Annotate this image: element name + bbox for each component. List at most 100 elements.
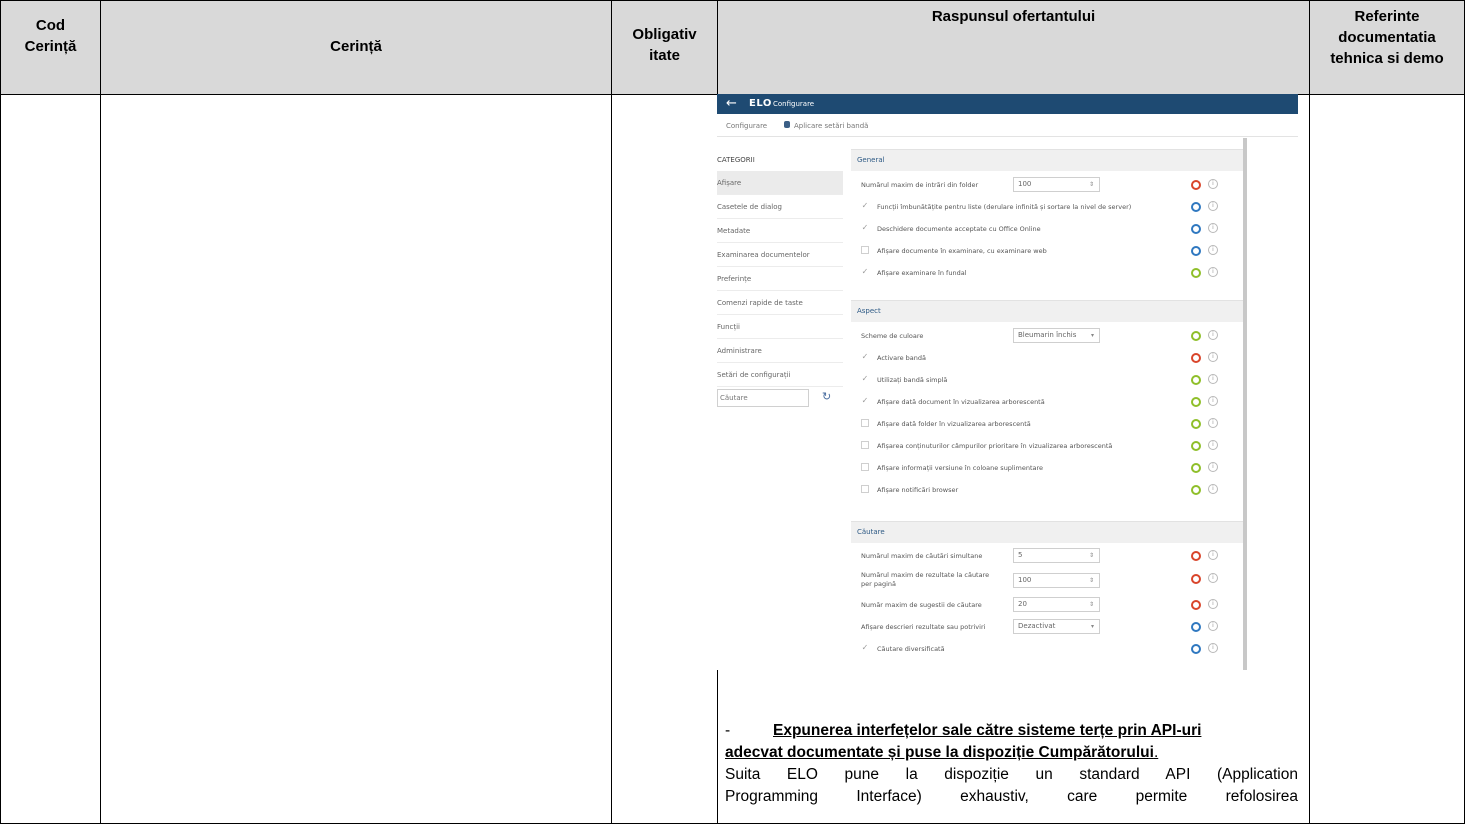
header-ref-line1: Referinte [1354, 8, 1420, 25]
select-value: Dezactivat [1018, 622, 1056, 630]
setting-row: ✓ Deschidere documente acceptate cu Offi… [851, 218, 1243, 240]
stepper-value: 5 [1018, 551, 1023, 559]
stepper-arrows-icon[interactable]: ⇕ [1089, 574, 1094, 587]
info-icon[interactable]: i [1208, 418, 1218, 428]
header-obligativitate: Obligativ itate [611, 0, 718, 95]
sidebar-item-administrare[interactable]: Administrare [717, 339, 843, 363]
setting-label: Numărul maxim de rezultate la căutare pe… [861, 571, 990, 588]
number-stepper[interactable]: 5 ⇕ [1013, 548, 1100, 563]
breadcrumb: Configurare Aplicare setări bandă [717, 114, 1298, 137]
checkbox-checked[interactable]: ✓ [861, 268, 869, 276]
results-select[interactable]: Dezactivat ▾ [1013, 619, 1100, 634]
info-icon[interactable]: i [1208, 201, 1218, 211]
setting-row: Afișare dată folder în vizualizarea arbo… [851, 413, 1243, 435]
setting-label: Scheme de culoare [861, 332, 924, 340]
checkbox-checked[interactable]: ✓ [861, 397, 869, 405]
sidebar-item-metadate[interactable]: Metadate [717, 219, 843, 243]
arrow-left-icon[interactable]: ← [726, 96, 737, 111]
status-circle-icon [1191, 353, 1201, 363]
checkbox-unchecked[interactable] [861, 463, 869, 471]
status-circle-icon [1191, 202, 1201, 212]
scrollbar[interactable] [1243, 138, 1247, 670]
header-cerinta-text: Cerință [330, 38, 382, 55]
info-icon[interactable]: i [1208, 245, 1218, 255]
setting-row: ✓ Funcții îmbunătățite pentru liste (der… [851, 196, 1243, 218]
number-stepper[interactable]: 20 ⇕ [1013, 597, 1100, 612]
number-stepper[interactable]: 100 ⇕ [1013, 177, 1100, 192]
checkbox-unchecked[interactable] [861, 485, 869, 493]
setting-row: Numărul maxim de intrări din folder 100 ⇕… [851, 174, 1243, 196]
setting-label: Număr maxim de sugestii de căutare [861, 601, 982, 609]
header-cod-cerinta: Cod Cerință [0, 0, 101, 95]
info-icon[interactable]: i [1208, 621, 1218, 631]
color-scheme-select[interactable]: Bleumarin închis ▾ [1013, 328, 1100, 343]
status-circle-icon [1191, 375, 1201, 385]
setting-label: Afișare dată document în vizualizarea ar… [877, 398, 1045, 406]
status-circle-icon [1191, 180, 1201, 190]
elo-app-title: Configurare [773, 100, 815, 108]
status-circle-icon [1191, 644, 1201, 654]
info-icon[interactable]: i [1208, 550, 1218, 560]
section-cautare: Căutare [851, 521, 1243, 543]
checkbox-checked[interactable]: ✓ [861, 644, 869, 652]
setting-label: Căutare diversificată [877, 645, 945, 653]
info-icon[interactable]: i [1208, 440, 1218, 450]
header-oblig-line2: itate [649, 47, 680, 64]
stepper-arrows-icon[interactable]: ⇕ [1089, 549, 1094, 562]
stepper-arrows-icon[interactable]: ⇕ [1089, 178, 1094, 191]
info-icon[interactable]: i [1208, 352, 1218, 362]
status-circle-icon [1191, 441, 1201, 451]
breadcrumb-apply-ribbon[interactable]: Aplicare setări bandă [794, 122, 868, 130]
info-icon[interactable]: i [1208, 330, 1218, 340]
response-heading-part1: Expunerea interfețelor sale către sistem… [773, 722, 1202, 739]
info-icon[interactable]: i [1208, 396, 1218, 406]
setting-row: Afișarea conținuturilor câmpurilor prior… [851, 435, 1243, 457]
info-icon[interactable]: i [1208, 374, 1218, 384]
info-icon[interactable]: i [1208, 573, 1218, 583]
section-aspect-title: Aspect [857, 307, 881, 315]
header-ref-line2: documentatia [1338, 29, 1436, 46]
elo-configuration-screenshot: ← ELO Configurare Configurare Aplicare s… [717, 94, 1298, 670]
sidebar-item-examinare[interactable]: Examinarea documentelor [717, 243, 843, 267]
number-stepper[interactable]: 100 ⇕ [1013, 573, 1100, 588]
checkbox-checked[interactable]: ✓ [861, 375, 869, 383]
info-icon[interactable]: i [1208, 599, 1218, 609]
info-icon[interactable]: i [1208, 643, 1218, 653]
sidebar-search-input[interactable]: Căutare [717, 389, 809, 407]
section-general: General [851, 149, 1243, 171]
info-icon[interactable]: i [1208, 179, 1218, 189]
info-icon[interactable]: i [1208, 267, 1218, 277]
info-icon[interactable]: i [1208, 484, 1218, 494]
sidebar-item-casete-dialog[interactable]: Casetele de dialog [717, 195, 843, 219]
breadcrumb-configurare[interactable]: Configurare [726, 122, 767, 130]
header-cod-line1: Cod [35, 17, 66, 34]
select-value: Bleumarin închis [1018, 331, 1077, 339]
section-general-title: General [857, 156, 885, 164]
section-aspect: Aspect [851, 300, 1243, 322]
checkbox-checked[interactable]: ✓ [861, 353, 869, 361]
categories-heading: CATEGORII [717, 156, 755, 164]
checkbox-unchecked[interactable] [861, 419, 869, 427]
checkbox-checked[interactable]: ✓ [861, 202, 869, 210]
setting-row: Afișare documente în examinare, cu exami… [851, 240, 1243, 262]
info-icon[interactable]: i [1208, 223, 1218, 233]
sidebar-item-afisare[interactable]: Afișare [717, 171, 843, 195]
checkbox-unchecked[interactable] [861, 441, 869, 449]
header-oblig-line1: Obligativ [632, 26, 697, 43]
sidebar-item-functii[interactable]: Funcții [717, 315, 843, 339]
checkbox-checked[interactable]: ✓ [861, 224, 869, 232]
sidebar-item-comenzi-rapide[interactable]: Comenzi rapide de taste [717, 291, 843, 315]
setting-row: Afișare notificări browser i [851, 479, 1243, 501]
setting-row: ✓ Afișare examinare în fundal i [851, 262, 1243, 284]
setting-label: Numărul maxim de căutări simultane [861, 552, 983, 560]
setting-row: ✓ Activare bandă i [851, 347, 1243, 369]
sidebar-item-preferinte[interactable]: Preferințe [717, 267, 843, 291]
stepper-value: 100 [1018, 576, 1032, 584]
info-icon[interactable]: i [1208, 462, 1218, 472]
setting-label: Funcții îmbunătățite pentru liste (derul… [877, 203, 1132, 211]
stepper-arrows-icon[interactable]: ⇕ [1089, 598, 1094, 611]
setting-label: Numărul maxim de intrări din folder [861, 181, 979, 189]
sidebar-item-setari-configuratii[interactable]: Setări de configurații [717, 363, 843, 387]
refresh-icon[interactable]: ↻ [822, 390, 831, 403]
checkbox-unchecked[interactable] [861, 246, 869, 254]
